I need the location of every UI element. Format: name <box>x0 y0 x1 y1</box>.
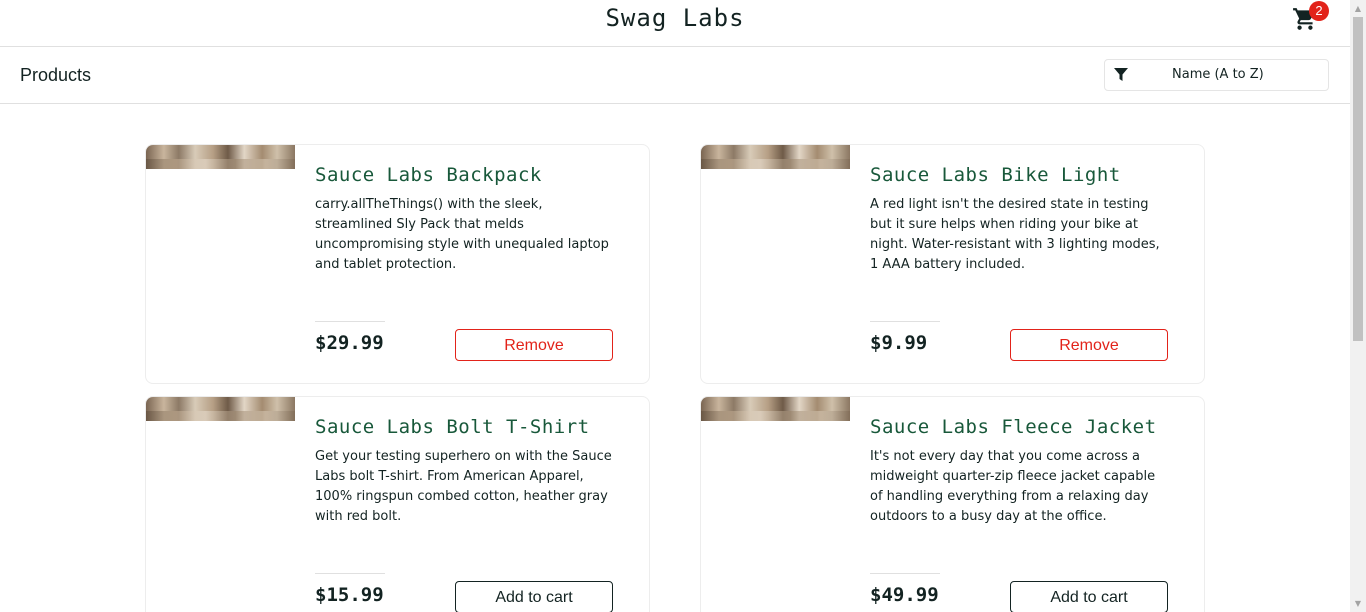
inventory-page: Swag Labs 2 Products Name (A to Z) Sauce… <box>0 0 1350 612</box>
price-divider <box>315 321 385 322</box>
product-price: $9.99 <box>870 332 928 354</box>
app-logo: Swag Labs <box>605 4 745 32</box>
add-to-cart-button[interactable]: Add to cart <box>1010 581 1168 612</box>
sort-select[interactable]: Name (A to Z) <box>1104 59 1329 91</box>
price-divider <box>870 321 940 322</box>
product-image[interactable] <box>701 397 850 421</box>
remove-button[interactable]: Remove <box>455 329 613 361</box>
product-name-link[interactable]: Sauce Labs Backpack <box>315 164 542 186</box>
product-name-link[interactable]: Sauce Labs Bolt T-Shirt <box>315 416 590 438</box>
scroll-up-icon[interactable]: ▲ <box>1350 0 1366 17</box>
page-title: Products <box>20 65 92 85</box>
add-to-cart-button[interactable]: Add to cart <box>455 581 613 612</box>
price-divider <box>870 573 940 574</box>
secondary-header: Products Name (A to Z) <box>0 47 1350 104</box>
filter-icon <box>1114 68 1128 81</box>
product-price: $49.99 <box>870 584 939 606</box>
primary-header: Swag Labs 2 <box>0 0 1350 47</box>
inventory-item: Sauce Labs Bolt T-Shirt Get your testing… <box>145 396 650 612</box>
vertical-scrollbar[interactable]: ▲ ▼ <box>1350 0 1366 612</box>
product-description: A red light isn't the desired state in t… <box>870 197 1160 272</box>
product-image[interactable] <box>701 145 850 169</box>
product-description: carry.allTheThings() with the sleek, str… <box>315 197 609 272</box>
product-name-link[interactable]: Sauce Labs Bike Light <box>870 164 1121 186</box>
scroll-down-icon[interactable]: ▼ <box>1350 595 1366 612</box>
sort-active-option: Name (A to Z) <box>1172 67 1264 82</box>
inventory-item: Sauce Labs Fleece Jacket It's not every … <box>700 396 1205 612</box>
product-name-link[interactable]: Sauce Labs Fleece Jacket <box>870 416 1157 438</box>
inventory-item: Sauce Labs Bike Light A red light isn't … <box>700 144 1205 384</box>
price-divider <box>315 573 385 574</box>
product-image[interactable] <box>146 397 295 421</box>
product-image[interactable] <box>146 145 295 169</box>
scroll-thumb[interactable] <box>1353 17 1363 341</box>
product-price: $29.99 <box>315 332 384 354</box>
inventory-item: Sauce Labs Backpack carry.allTheThings()… <box>145 144 650 384</box>
cart-badge: 2 <box>1309 1 1329 21</box>
product-description: It's not every day that you come across … <box>870 449 1156 524</box>
product-description: Get your testing superhero on with the S… <box>315 449 612 524</box>
remove-button[interactable]: Remove <box>1010 329 1168 361</box>
product-price: $15.99 <box>315 584 384 606</box>
